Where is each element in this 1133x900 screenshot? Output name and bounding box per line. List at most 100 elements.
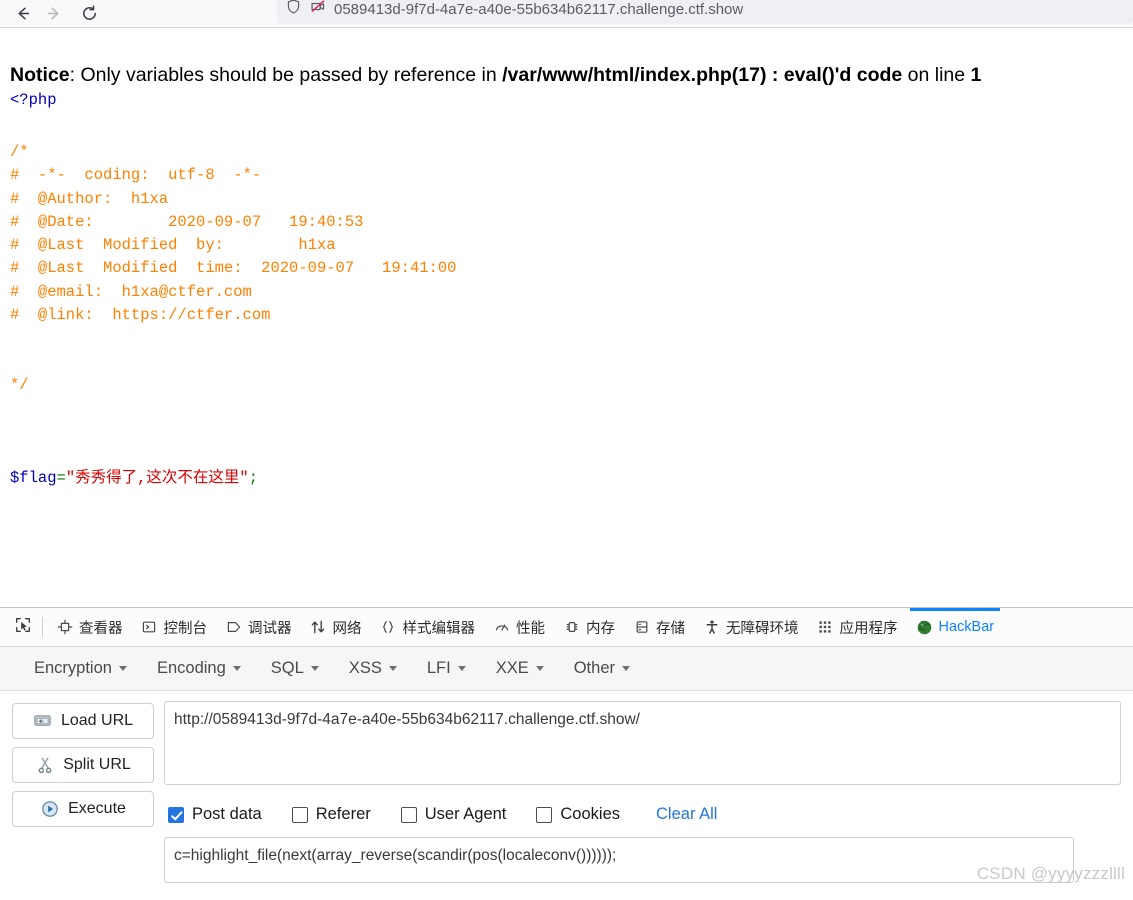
camera-blocked-icon[interactable]: [309, 0, 327, 20]
tab-hackbar[interactable]: HackBar: [907, 607, 1004, 647]
menu-label: SQL: [270, 659, 304, 677]
menu-other[interactable]: Other: [562, 654, 642, 683]
comment-line: # -*- coding: utf-8 -*-: [10, 166, 262, 185]
hackbar-body: Load URL Split URL Execute http://058941…: [0, 691, 1133, 888]
tab-storage[interactable]: 存储: [624, 608, 694, 647]
notice-on-line: on line: [902, 64, 971, 86]
menu-label: XSS: [348, 659, 382, 677]
php-notice: Notice: Only variables should be passed …: [10, 63, 1123, 87]
checkbox-box[interactable]: [400, 806, 417, 823]
address-bar-url: 0589413d-9f7d-4a7e-a40e-55b634b62117.cha…: [334, 0, 744, 18]
tab-memory[interactable]: 内存: [554, 608, 624, 647]
flag-string-value: "秀秀得了,这次不在这里": [65, 469, 249, 488]
devtools-toolbar: 查看器 控制台 调试器 网络 样式编辑器 性能 内存 存储 无障碍环境 应用程序…: [0, 607, 1133, 647]
notice-file: /var/www/html/index.php(17) : eval()'d c…: [502, 64, 903, 86]
menu-xss[interactable]: XSS: [337, 654, 409, 683]
tab-style-editor[interactable]: 样式编辑器: [371, 608, 485, 647]
accessibility-icon: [703, 619, 720, 636]
reload-icon: [80, 4, 99, 23]
forward-button[interactable]: [38, 2, 68, 26]
hackbar-fields: Post data Referer User Agent Cookies C: [164, 701, 1121, 888]
tab-debugger[interactable]: 调试器: [216, 608, 301, 647]
toolbar-divider: [42, 617, 43, 637]
back-button[interactable]: [8, 2, 38, 26]
checkbox-cookies[interactable]: Cookies: [536, 805, 620, 824]
checkbox-user-agent[interactable]: User Agent: [400, 805, 506, 824]
shield-icon[interactable]: [285, 0, 302, 20]
menu-encryption[interactable]: Encryption: [22, 654, 139, 683]
load-url-icon: [33, 711, 53, 731]
checkbox-referer[interactable]: Referer: [291, 805, 371, 824]
execute-button[interactable]: Execute: [12, 791, 154, 827]
checkbox-box[interactable]: [291, 806, 308, 823]
chevron-down-icon: [118, 666, 127, 671]
checkbox-label: Referer: [315, 805, 371, 823]
menu-encoding[interactable]: Encoding: [145, 654, 253, 683]
php-open-tag: <?php: [10, 91, 57, 110]
load-url-button[interactable]: Load URL: [12, 703, 154, 739]
chevron-down-icon: [232, 666, 241, 671]
arrow-left-icon: [14, 4, 33, 23]
checkbox-box[interactable]: [168, 806, 184, 823]
page-content: Notice: Only variables should be passed …: [0, 29, 1133, 607]
php-source-code: /* # -*- coding: utf-8 -*- # @Author: h1…: [10, 118, 1123, 491]
checkbox-label: Cookies: [560, 805, 621, 823]
hackbar-menubar: Encryption Encoding SQL XSS LFI XXE Othe…: [0, 647, 1133, 691]
tab-label: 应用程序: [839, 620, 898, 637]
notice-label: Notice: [10, 64, 70, 86]
url-input[interactable]: [164, 701, 1121, 785]
clear-all-link[interactable]: Clear All: [656, 805, 717, 824]
reload-button[interactable]: [74, 2, 104, 26]
tab-label: 存储: [656, 620, 685, 637]
hackbar-panel: Encryption Encoding SQL XSS LFI XXE Othe…: [0, 647, 1133, 888]
chevron-down-icon: [622, 666, 630, 671]
tab-application[interactable]: 应用程序: [808, 608, 907, 647]
chevron-down-icon: [457, 666, 466, 671]
style-editor-icon: [380, 619, 397, 636]
split-url-button[interactable]: Split URL: [12, 747, 154, 783]
tab-label: 样式编辑器: [402, 620, 476, 637]
checkbox-box[interactable]: [536, 806, 553, 823]
menu-label: Encryption: [34, 659, 112, 677]
hackbar-options-row: Post data Referer User Agent Cookies Cle…: [164, 805, 1121, 824]
button-label: Split URL: [63, 756, 131, 773]
menu-sql[interactable]: SQL: [259, 654, 331, 683]
button-label: Execute: [68, 800, 126, 817]
debugger-icon: [225, 619, 242, 636]
tab-accessibility[interactable]: 无障碍环境: [694, 608, 808, 647]
tab-network[interactable]: 网络: [301, 608, 371, 647]
tab-label: 性能: [516, 620, 545, 637]
chevron-down-icon: [535, 666, 544, 671]
post-data-field-wrap: [164, 837, 1074, 888]
menu-label: Encoding: [156, 659, 226, 677]
console-icon: [141, 619, 158, 636]
storage-icon: [633, 619, 650, 636]
comment-line: # @link: https://ctfer.com: [10, 306, 271, 325]
element-picker-button[interactable]: [6, 611, 40, 643]
memory-icon: [563, 619, 580, 636]
address-bar[interactable]: 0589413d-9f7d-4a7e-a40e-55b634b62117.cha…: [277, 0, 1133, 24]
tab-label: 调试器: [248, 620, 292, 637]
element-picker-icon: [14, 616, 32, 639]
comment-line: */: [10, 375, 29, 394]
tab-performance[interactable]: 性能: [484, 608, 554, 647]
comment-line: # @Author: h1xa: [10, 189, 169, 208]
tab-label: 无障碍环境: [726, 620, 799, 637]
menu-label: XXE: [495, 659, 529, 677]
post-data-input[interactable]: [164, 837, 1074, 883]
chevron-down-icon: [388, 666, 397, 671]
comment-line: # @Last Modified by: h1xa: [10, 236, 336, 255]
comment-line: # @Date: 2020-09-07 19:40:53: [10, 212, 364, 231]
notice-message: : Only variables should be passed by ref…: [69, 64, 503, 86]
checkbox-label: Post data: [192, 805, 262, 823]
menu-lfi[interactable]: LFI: [415, 654, 478, 683]
tab-inspector[interactable]: 查看器: [47, 608, 132, 647]
arrow-right-icon: [44, 4, 63, 23]
chevron-down-icon: [310, 666, 319, 671]
checkbox-post-data[interactable]: Post data: [168, 805, 262, 824]
tab-console[interactable]: 控制台: [132, 608, 217, 647]
menu-xxe[interactable]: XXE: [484, 654, 556, 683]
inspector-icon: [56, 619, 73, 636]
flag-assignment: $flag="秀秀得了,这次不在这里";: [10, 467, 1123, 490]
button-label: Load URL: [60, 712, 134, 729]
